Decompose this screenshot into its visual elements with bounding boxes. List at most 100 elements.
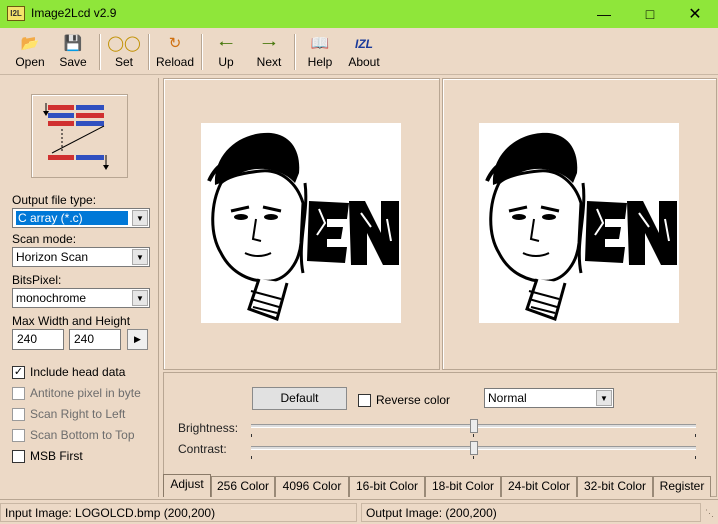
floppy-disk-icon: 💾 (63, 35, 83, 52)
open-folder-icon: 📂 (20, 35, 40, 52)
max-width-input[interactable]: 240 (12, 329, 64, 350)
tab-256-color[interactable]: 256 Color (211, 476, 275, 497)
open-label: Open (15, 55, 45, 69)
tab-32-bit-color[interactable]: 32-bit Color (577, 476, 653, 497)
include-head-data-checkbox[interactable]: ✓ Include head data (12, 364, 125, 380)
brightness-slider[interactable] (251, 419, 696, 437)
app-icon: I2L (7, 6, 25, 21)
checkbox-icon[interactable] (12, 386, 25, 400)
scan-direction-preview (31, 94, 128, 178)
max-height-input[interactable]: 240 (69, 329, 121, 350)
bits-pixel-value: monochrome (16, 291, 87, 305)
chevron-down-icon[interactable]: ▼ (132, 249, 148, 265)
input-image: EN (201, 123, 401, 323)
chevron-down-icon[interactable]: ▼ (596, 390, 612, 406)
up-label: Up (218, 55, 234, 69)
next-label: Next (256, 55, 282, 69)
input-image-status: Input Image: LOGOLCD.bmp (200,200) (0, 503, 357, 522)
output-image-panel: EN (442, 78, 717, 370)
set-button[interactable]: ◯◯ Set (105, 31, 143, 73)
logo-image: EN (207, 132, 399, 321)
scan-mode-select[interactable]: Horizon Scan ▼ (12, 247, 150, 267)
slider-ticks (251, 434, 696, 437)
checkbox-label: Include head data (30, 365, 126, 379)
toolbar: 📂 Open 💾 Save ◯◯ Set ↻ Reload 🠀 Up 🠂 Nex… (0, 28, 718, 75)
glasses-icon: ◯◯ (107, 35, 141, 52)
set-label: Set (114, 55, 133, 69)
slider-thumb[interactable] (470, 419, 478, 433)
scan-right-to-left-checkbox[interactable]: Scan Right to Left (12, 406, 125, 422)
apply-size-button[interactable]: ▶ (127, 329, 148, 350)
status-bar: Input Image: LOGOLCD.bmp (200,200) Outpu… (0, 499, 718, 524)
color-mode-select[interactable]: Normal ▼ (484, 388, 614, 408)
about-label: About (348, 55, 380, 69)
scan-bottom-to-top-checkbox[interactable]: Scan Bottom to Top (12, 427, 135, 443)
minimize-button[interactable]: — (581, 0, 627, 28)
help-label: Help (307, 55, 333, 69)
output-type-select[interactable]: C array (*.c) ▼ (12, 208, 150, 228)
help-book-icon: 📖 (310, 35, 330, 52)
save-label: Save (59, 55, 87, 69)
chevron-down-icon[interactable]: ▼ (132, 210, 148, 226)
about-logo-icon: IZL (355, 37, 373, 51)
tab-4096-color[interactable]: 4096 Color (275, 476, 349, 497)
tab-18-bit-color[interactable]: 18-bit Color (425, 476, 501, 497)
output-image-status: Output Image: (200,200) (361, 503, 701, 522)
arrow-left-icon: 🠀 (218, 34, 234, 54)
slider-thumb[interactable] (470, 441, 478, 455)
reload-icon: ↻ (168, 35, 182, 52)
checkbox-label: Scan Bottom to Top (30, 428, 135, 442)
msb-first-checkbox[interactable]: MSB First (12, 448, 83, 464)
output-type-label: Output file type: (12, 193, 97, 207)
help-button[interactable]: 📖 Help (301, 31, 339, 73)
toolbar-separator (294, 34, 296, 70)
contrast-slider[interactable] (251, 441, 696, 459)
contrast-label: Contrast: (178, 442, 227, 456)
scan-direction-icon (43, 103, 109, 170)
default-button[interactable]: Default (252, 387, 347, 410)
output-image: EN (479, 123, 679, 323)
title-bar: I2L Image2Lcd v2.9 — □ ✕ (0, 0, 718, 28)
close-button[interactable]: ✕ (672, 0, 718, 28)
reverse-color-label: Reverse color (376, 393, 451, 407)
color-mode-value: Normal (488, 391, 527, 405)
up-button[interactable]: 🠀 Up (207, 31, 245, 73)
tab-16-bit-color[interactable]: 16-bit Color (349, 476, 425, 497)
toolbar-separator (148, 34, 150, 70)
next-button[interactable]: 🠂 Next (250, 31, 288, 73)
checkbox-label: MSB First (30, 449, 83, 463)
maximize-button[interactable]: □ (627, 0, 673, 28)
bits-pixel-label: BitsPixel: (12, 273, 62, 287)
tab-adjust[interactable]: Adjust (163, 474, 211, 497)
reload-button[interactable]: ↻ Reload (154, 31, 196, 73)
tab-24-bit-color[interactable]: 24-bit Color (501, 476, 577, 497)
output-type-value: C array (*.c) (16, 211, 128, 225)
settings-panel: Output file type: C array (*.c) ▼ Scan m… (0, 78, 159, 497)
play-arrow-icon: ▶ (134, 334, 141, 344)
slider-ticks (251, 456, 696, 459)
save-button[interactable]: 💾 Save (53, 31, 93, 73)
input-image-panel: EN (163, 78, 440, 370)
checkbox-icon[interactable] (12, 449, 25, 463)
window-title: Image2Lcd v2.9 (31, 6, 117, 20)
checkbox-label: Scan Right to Left (30, 407, 126, 421)
checkbox-icon[interactable] (358, 393, 371, 407)
reload-label: Reload (155, 55, 195, 69)
scan-mode-value: Horizon Scan (16, 250, 89, 264)
open-button[interactable]: 📂 Open (10, 31, 50, 73)
max-size-label: Max Width and Height (12, 314, 131, 328)
reverse-color-checkbox[interactable]: Reverse color (358, 392, 450, 408)
resize-grip-icon[interactable]: ⋱ (705, 508, 714, 519)
tab-register[interactable]: Register (653, 476, 711, 497)
checkbox-icon[interactable] (12, 428, 25, 442)
toolbar-separator (201, 34, 203, 70)
logo-image-converted: EN (485, 132, 677, 321)
chevron-down-icon[interactable]: ▼ (132, 290, 148, 306)
about-button[interactable]: IZL About (343, 31, 385, 73)
brightness-label: Brightness: (178, 421, 239, 435)
arrow-right-icon: 🠂 (261, 34, 277, 54)
checkbox-icon[interactable] (12, 407, 25, 421)
checkbox-checked-icon[interactable]: ✓ (12, 365, 25, 379)
antitone-pixel-checkbox[interactable]: Antitone pixel in byte (12, 385, 141, 401)
bits-pixel-select[interactable]: monochrome ▼ (12, 288, 150, 308)
